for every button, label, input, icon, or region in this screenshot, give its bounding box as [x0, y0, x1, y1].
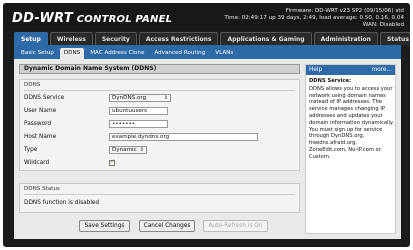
ddns-legend-divider — [24, 90, 295, 91]
select-arrows-icon: ⇕ — [139, 147, 144, 153]
help-body-title: DDNS Service: — [309, 78, 352, 84]
tab-status[interactable]: Status — [379, 32, 410, 45]
subtab-advanced-routing[interactable]: Advanced Routing — [150, 48, 209, 59]
ddns-status-fieldset: DDNS Status DDNS function is disabled — [19, 183, 300, 213]
help-title: Help — [309, 67, 323, 73]
hostname-input[interactable]: example.dyndns.org — [109, 133, 258, 141]
type-select[interactable]: Dynamic ⇕ — [109, 146, 147, 154]
content-area: Dynamic Domain Name System (DDNS) DDNS D… — [14, 59, 401, 239]
main-tabs: Setup Wireless Security Access Restricti… — [14, 32, 410, 45]
wildcard-checkbox[interactable]: ✓ — [109, 158, 116, 166]
ddns-service-label: DDNS Service — [24, 95, 65, 101]
username-input[interactable]: ubuntuusers — [109, 107, 168, 115]
save-settings-button[interactable]: Save Settings — [79, 220, 130, 232]
tab-wireless[interactable]: Wireless — [49, 32, 93, 45]
help-more-link[interactable]: more... — [371, 65, 392, 75]
ddns-status-message: DDNS function is disabled — [24, 200, 100, 206]
tab-access-restrictions[interactable]: Access Restrictions — [138, 32, 219, 45]
password-input[interactable]: ••••••• — [109, 120, 168, 128]
help-header: Help more... — [306, 65, 395, 75]
ddns-service-value: DynDNS.org — [112, 95, 147, 101]
button-bar: Save Settings Cancel Changes Auto-Refres… — [19, 218, 300, 235]
wildcard-label: Wildcard — [24, 160, 50, 166]
subtab-ddns[interactable]: DDNS — [59, 48, 85, 59]
hostname-label: Host Name — [24, 134, 57, 140]
ddns-service-select[interactable]: DynDNS.org ⇕ — [109, 94, 171, 102]
ddwrt-logo: DD-WRT CONTROL PANEL — [12, 11, 173, 26]
control-panel-frame: DD-WRT CONTROL PANEL Firmware: DD-WRT v2… — [3, 3, 410, 247]
ddns-status-legend: DDNS Status — [24, 186, 60, 192]
help-panel: Help more... DDNS Service: DDNS allows y… — [305, 64, 396, 234]
type-value: Dynamic — [112, 147, 137, 153]
type-label: Type — [24, 147, 38, 153]
wan-status: WAN: Disabled — [362, 22, 404, 28]
tab-security[interactable]: Security — [94, 32, 137, 45]
help-body: DDNS Service: DDNS allows you to access … — [309, 78, 395, 161]
header-bar: DD-WRT CONTROL PANEL Firmware: DD-WRT v2… — [3, 3, 410, 31]
subtab-vlans[interactable]: VLANs — [211, 48, 237, 59]
sub-tabs: Basic Setup DDNS MAC Address Clone Advan… — [14, 45, 401, 59]
router-status-info: Firmware: DD-WRT v23 SP2 (09/15/06) std … — [224, 8, 404, 29]
checkmark-icon: ✓ — [110, 158, 116, 165]
tab-setup[interactable]: Setup — [14, 32, 48, 45]
select-arrows-icon: ⇕ — [163, 95, 168, 101]
tab-administration[interactable]: Administration — [313, 32, 378, 45]
tab-applications-gaming[interactable]: Applications & Gaming — [220, 32, 312, 45]
subtab-mac-address-clone[interactable]: MAC Address Clone — [86, 48, 148, 59]
ddns-legend: DDNS — [24, 82, 41, 88]
username-label: User Name — [24, 108, 57, 114]
main-panel: Dynamic Domain Name System (DDNS) DDNS D… — [19, 64, 300, 234]
password-label: Password — [24, 121, 52, 127]
cancel-changes-button[interactable]: Cancel Changes — [139, 220, 195, 232]
uptime-load: Time: 02:49:17 up 39 days, 2:49, load av… — [224, 15, 404, 21]
auto-refresh-button: Auto-Refresh is On — [203, 220, 268, 232]
subtab-basic-setup[interactable]: Basic Setup — [17, 48, 58, 59]
ddns-fieldset: DDNS DDNS Service DynDNS.org ⇕ User Name… — [19, 79, 300, 171]
page-title: Dynamic Domain Name System (DDNS) — [19, 64, 300, 74]
firmware-version: Firmware: DD-WRT v23 SP2 (09/15/06) std — [285, 8, 404, 14]
help-body-text: DDNS allows you to access your network u… — [309, 85, 394, 160]
ddns-status-divider — [24, 194, 295, 195]
